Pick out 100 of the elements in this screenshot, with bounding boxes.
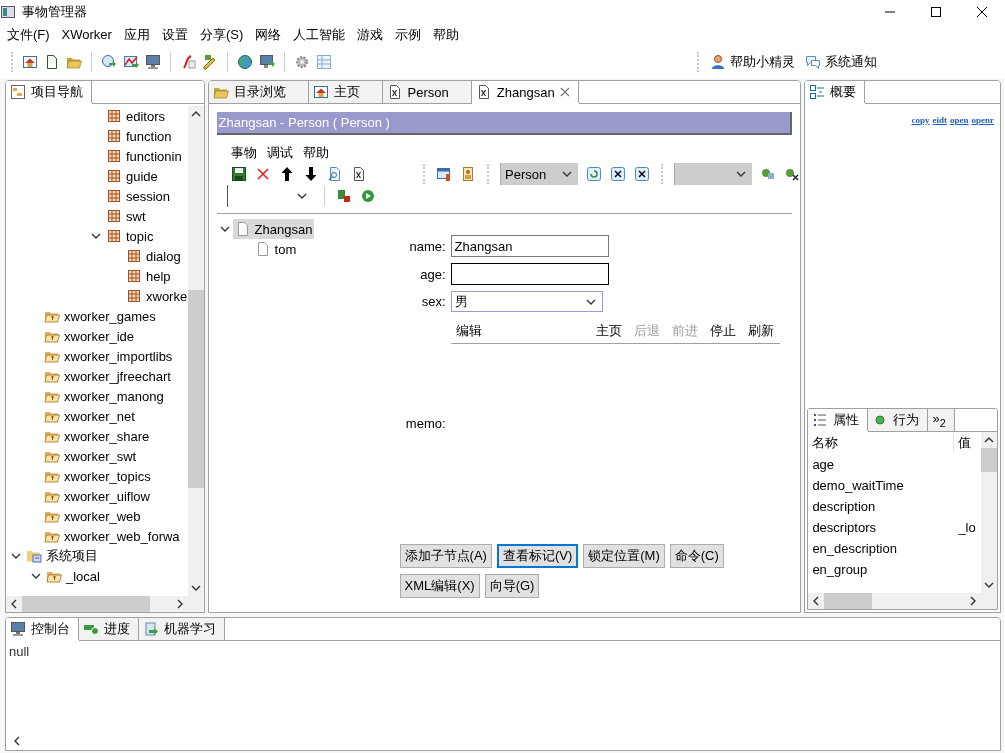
tree-item[interactable]: xworker_jfreechart [42,366,173,386]
chevron-icon[interactable] [219,224,230,234]
chevron-icon[interactable] [11,551,21,561]
tree-item[interactable]: topic [104,226,156,246]
tree-item[interactable]: xworker_manong [42,386,166,406]
scrollbar-thumb[interactable] [981,448,997,472]
tab[interactable]: 控制台 [6,618,79,640]
tree-item[interactable]: tom [252,239,299,259]
menu-item[interactable]: 事物 [230,144,257,162]
badge-icon[interactable] [460,166,476,182]
tree-item[interactable]: functionin [104,146,184,166]
tree-item[interactable]: editors [104,106,168,126]
column-header[interactable]: 名称 [808,434,955,452]
action-button[interactable]: 锁定位置(M) [583,544,665,568]
chevron-icon[interactable] [31,571,41,581]
pencil-icon[interactable] [202,54,218,70]
scroll-up-icon[interactable] [984,435,994,445]
tab[interactable]: 进度 [79,618,139,640]
tree-item[interactable]: xworke [124,286,188,306]
scrollbar-thumb[interactable] [187,290,204,488]
delete-icon[interactable] [254,166,271,182]
tree-item[interactable]: _local [44,566,102,586]
window-icon[interactable] [436,166,452,182]
tree-item[interactable]: xworker_ide [42,326,137,346]
menu-item[interactable]: 设置 [155,24,194,46]
settings-icon[interactable] [294,54,310,70]
tree-item[interactable]: xworker_web [42,506,143,526]
tree-item[interactable]: xworker_web_forwa [42,526,182,546]
clock-icon[interactable] [101,54,117,70]
menu-item[interactable]: 人工智能 [287,24,352,46]
menu-item[interactable]: 游戏 [351,24,390,46]
tab[interactable]: 机器学习 [139,618,225,640]
chevron-icon[interactable] [91,231,101,241]
tree-item[interactable]: help [124,266,173,286]
browser-action[interactable]: 主页 [595,322,622,340]
plugin-icon[interactable] [784,166,801,182]
tree-item[interactable]: swt [104,206,148,226]
scroll-up-icon[interactable] [190,109,201,119]
close-icon[interactable] [610,166,627,182]
tab[interactable]: 主页 [308,81,383,103]
close-icon[interactable] [634,166,651,182]
file-icon[interactable] [44,54,60,70]
tree-item[interactable]: xworker_uiflow [42,486,152,506]
text-field[interactable] [450,263,609,285]
tree-item[interactable]: xworker_games [42,306,158,326]
column-header[interactable]: 值 [954,434,981,452]
tree-item[interactable]: 系统项目 [24,546,100,566]
monitor-icon[interactable] [145,54,161,70]
tree-item[interactable]: dialog [124,246,183,266]
tree-item[interactable]: session [104,186,173,206]
scrollbar-thumb[interactable] [824,593,873,609]
tree-item[interactable]: xworker_share [42,426,152,446]
link[interactable]: openr [971,115,994,125]
toolbar-button[interactable]: 系统通知 [803,51,879,73]
scroll-right-icon[interactable] [968,596,978,606]
debug-icon[interactable] [335,188,352,204]
menu-item[interactable]: 调试 [266,144,293,162]
menu-item[interactable]: 帮助 [427,24,466,46]
action-button[interactable]: 查看标记(V) [496,544,579,568]
scroll-down-icon[interactable] [190,583,201,593]
search-icon[interactable] [326,166,343,182]
menu-item[interactable]: 帮助 [302,144,329,162]
action-button[interactable]: 向导(G) [484,574,540,598]
tab[interactable]: 属性 [808,409,869,431]
chart-icon[interactable] [123,54,139,70]
run-icon[interactable] [359,188,376,204]
action-button[interactable]: 命令(C) [669,544,724,568]
tree-item[interactable]: xworker_importlibs [42,346,175,366]
action-button[interactable]: XML编辑(X) [399,574,480,598]
link[interactable]: copy [911,115,930,125]
tree-item[interactable]: xworker_swt [42,446,139,466]
tab[interactable]: »$_{2}$ [928,409,955,431]
scroll-left-icon[interactable] [9,599,19,609]
menu-item[interactable]: 应用 [117,24,156,46]
tab[interactable]: 目录浏览 [208,81,309,103]
menu-item[interactable]: 示例 [389,24,428,46]
browser-action[interactable]: 刷新 [747,322,774,340]
link[interactable]: eidt [932,115,947,125]
refresh-icon[interactable] [586,166,603,182]
menu-item[interactable]: 网络 [249,24,288,46]
dropdown[interactable]: 男 [450,291,603,312]
menu-item[interactable]: 分享(S) [193,24,250,46]
tab[interactable]: 项目导航 [6,81,92,103]
tab[interactable]: Person [382,81,472,103]
menu-item[interactable]: 文件(F) [1,24,56,46]
scrollbar-thumb[interactable] [22,596,150,612]
text-field[interactable]: Zhangsan [450,235,609,257]
save-icon[interactable] [230,166,247,182]
screen-icon[interactable] [259,54,275,70]
tree-item[interactable]: guide [104,166,160,186]
tab[interactable]: 行为 [868,409,929,431]
home-icon[interactable] [22,54,38,70]
action-button[interactable]: 添加子节点(A) [399,544,492,568]
tree-item[interactable]: function [104,126,174,146]
scroll-down-icon[interactable] [984,580,994,590]
scroll-left-icon[interactable] [12,736,22,746]
tab[interactable]: 概要 [805,81,866,103]
tree-item[interactable]: xworker_net [42,406,137,426]
globe-icon[interactable] [237,54,253,70]
link[interactable]: open [950,115,969,125]
